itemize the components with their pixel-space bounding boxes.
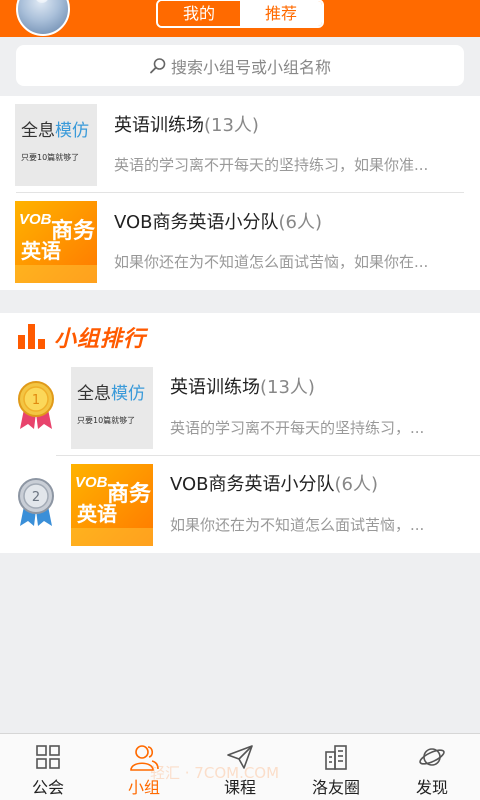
- tab-guild[interactable]: 公会: [0, 734, 96, 800]
- group-name-line: VOB商务英语小分队(6人): [114, 208, 322, 234]
- thumb-subtext: 只要10篇就够了: [21, 153, 80, 162]
- segmented-control: 我的 推荐: [156, 0, 324, 28]
- ranking-list: 1 全息模仿 只要10篇就够了 英语训练场(13人) 英语的学习离不开每天的坚持…: [0, 361, 480, 553]
- grid-icon: [36, 745, 60, 769]
- group-name-line: VOB商务英语小分队(6人): [170, 470, 378, 496]
- group-item[interactable]: VOB 商务 英语 VOB商务英语小分队(6人) 如果你还在为不知道怎么面试苦恼…: [0, 193, 480, 290]
- group-name: 英语训练场: [114, 115, 204, 136]
- planet-icon: [419, 748, 445, 766]
- group-thumbnail: 全息模仿 只要10篇就够了: [15, 104, 97, 186]
- search-icon: [150, 57, 166, 73]
- group-thumbnail: 全息模仿 只要10篇就够了: [71, 367, 153, 449]
- watermark: 轻汇 · 7COM.COM: [150, 764, 280, 782]
- tab-recommended[interactable]: 推荐: [240, 1, 322, 26]
- group-item[interactable]: 全息模仿 只要10篇就够了 英语训练场(13人) 英语的学习离不开每天的坚持练习…: [0, 96, 480, 193]
- group-description: 如果你还在为不知道怎么面试苦恼，...: [170, 516, 425, 534]
- member-count: (13人): [204, 115, 259, 136]
- thumb-subtext: 只要10篇就够了: [77, 416, 136, 425]
- ranking-title: 小组排行: [54, 327, 147, 352]
- thumb-text: 英语: [21, 239, 61, 263]
- tab-label: 发现: [415, 778, 448, 797]
- group-description: 英语的学习离不开每天的坚持练习，...: [170, 419, 425, 437]
- tab-mine[interactable]: 我的: [158, 1, 240, 26]
- thumb-text: 模仿: [55, 121, 89, 141]
- group-name: VOB商务英语小分队: [114, 212, 279, 233]
- thumb-stripe: [71, 528, 153, 546]
- medal-rank: 1: [32, 393, 40, 408]
- tab-label: 洛友圈: [311, 778, 360, 797]
- group-name: 英语训练场: [170, 377, 260, 398]
- group-description: 如果你还在为不知道怎么面试苦恼，如果你在...: [114, 253, 429, 271]
- group-name-line: 英语训练场(13人): [170, 373, 315, 399]
- thumb-text: 全息: [77, 384, 111, 404]
- silver-medal-icon: 2: [18, 478, 54, 526]
- search-placeholder: 搜索小组号或小组名称: [170, 57, 331, 77]
- group-thumbnail: VOB 商务 英语: [15, 201, 97, 283]
- member-count: (13人): [260, 377, 315, 398]
- thumb-text: VOB: [75, 474, 108, 491]
- thumb-text: VOB: [19, 211, 52, 228]
- group-thumbnail: VOB 商务 英语: [71, 464, 153, 546]
- avatar-image: [35, 0, 49, 3]
- thumb-stripe: [15, 265, 97, 283]
- recommended-group-list: 全息模仿 只要10篇就够了 英语训练场(13人) 英语的学习离不开每天的坚持练习…: [0, 96, 480, 290]
- gold-medal-icon: 1: [18, 381, 54, 429]
- medal-rank: 2: [32, 490, 40, 505]
- ranking-header: 小组排行: [0, 313, 480, 361]
- group-description: 英语的学习离不开每天的坚持练习，如果你准...: [114, 156, 429, 174]
- thumb-text: 模仿: [111, 384, 145, 404]
- tab-label: 公会: [31, 778, 64, 797]
- thumb-text: 全息: [21, 121, 55, 141]
- tab-circle[interactable]: 洛友圈: [288, 734, 384, 800]
- group-name-line: 英语训练场(13人): [114, 111, 259, 137]
- building-icon: [325, 745, 347, 770]
- search-bar[interactable]: 搜索小组号或小组名称: [16, 45, 464, 86]
- group-name: VOB商务英语小分队: [170, 474, 335, 495]
- thumb-text: 英语: [77, 502, 117, 526]
- ranking-item[interactable]: 2 VOB 商务 英语 VOB商务英语小分队(6人) 如果你还在为不知道怎么面试…: [0, 456, 480, 553]
- user-avatar[interactable]: [16, 0, 70, 36]
- bar-chart-icon: [18, 324, 45, 349]
- ranking-item[interactable]: 1 全息模仿 只要10篇就够了 英语训练场(13人) 英语的学习离不开每天的坚持…: [0, 361, 480, 456]
- member-count: (6人): [278, 212, 323, 233]
- tab-discover[interactable]: 发现: [384, 734, 480, 800]
- member-count: (6人): [334, 474, 379, 495]
- top-header: 我的 推荐: [0, 0, 480, 37]
